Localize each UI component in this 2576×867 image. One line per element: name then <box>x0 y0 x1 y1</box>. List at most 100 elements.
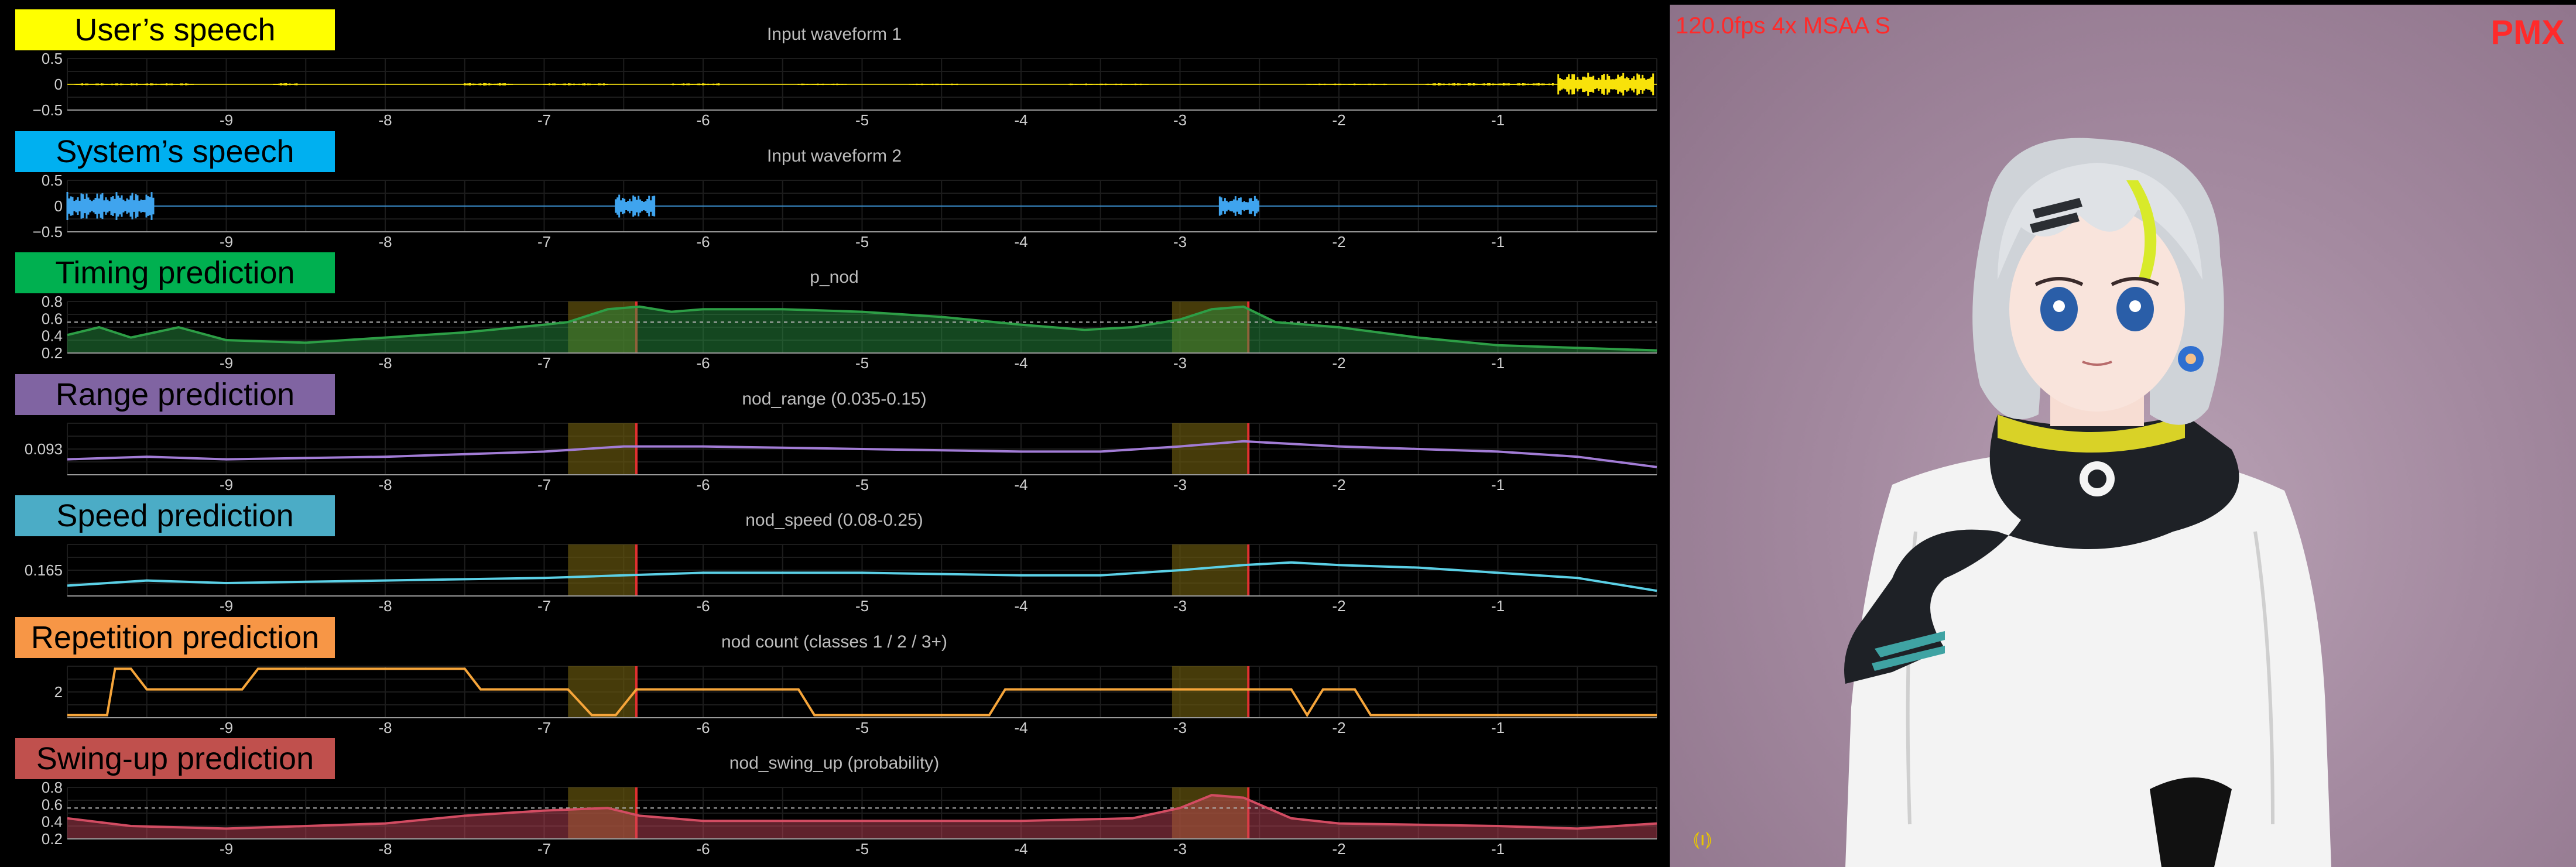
plot-user: 0.5 0 −0.5 -9 -8 -7 -6 -5 -4 -3 -2 -1 <box>33 53 1657 129</box>
x-tick-label: -1 <box>1491 476 1505 494</box>
plot-system: 0.5 0 −0.5 -9 -8 -7 -6 -5 -4 -3 -2 -1 <box>33 174 1657 251</box>
x-tick-label: -8 <box>378 233 392 251</box>
plot-title-speed: nod_speed (0.08-0.25) <box>745 510 923 530</box>
x-tick-label: -4 <box>1014 354 1027 372</box>
x-tick-label: -9 <box>220 111 233 129</box>
highlight-window <box>1171 423 1249 475</box>
y-tick-label: −0.5 <box>33 223 63 241</box>
y-tick-label: 0.5 <box>42 53 63 67</box>
x-tick-label: -7 <box>537 840 551 858</box>
y-tick-label: 0.5 <box>42 174 63 189</box>
x-tick-label: -2 <box>1332 597 1345 615</box>
plot-title-system: Input waveform 2 <box>766 146 902 166</box>
x-tick-label: -9 <box>220 233 233 251</box>
highlight-window <box>568 666 636 718</box>
panel-timing: Timing prediction p_nod 0.8 0.6 0.4 0.2 -9 -8 -7… <box>0 250 1669 372</box>
x-tick-label: -7 <box>537 111 551 129</box>
panel-user: User’s speech Input waveform 1 0.5 0 −0.5 -9-… <box>0 7 1669 129</box>
signal-icon: ⦅ı⦆ <box>1693 828 1712 850</box>
x-tick-label: -7 <box>537 719 551 736</box>
x-tick-label: -7 <box>537 597 551 615</box>
y-tick-label: 0.8 <box>42 296 63 310</box>
x-tick-label: -9 <box>220 840 233 858</box>
x-tick-label: -3 <box>1173 111 1187 129</box>
waveform-burst <box>66 191 155 220</box>
x-tick-label: -6 <box>696 840 710 858</box>
x-tick-label: -4 <box>1014 233 1027 251</box>
x-tick-label: -9 <box>220 476 233 494</box>
panel-repetition: Repetition prediction nod count (classes … <box>0 615 1669 736</box>
panel-swing: Swing-up prediction nod_swing_up (probabi… <box>0 736 1669 858</box>
x-tick-label: -7 <box>537 476 551 494</box>
x-tick-label: -6 <box>696 719 710 736</box>
x-tick-label: -5 <box>855 111 869 129</box>
x-tick-label: -1 <box>1491 354 1505 372</box>
x-tick-label: -2 <box>1332 840 1345 858</box>
x-tick-label: -5 <box>855 719 869 736</box>
x-tick-label: -6 <box>696 233 710 251</box>
waveform-burst <box>543 83 608 85</box>
waveform-burst <box>670 83 720 85</box>
x-tick-label: -2 <box>1332 719 1345 736</box>
y-tick-label: 0 <box>54 76 63 93</box>
y-tick-label: 0.2 <box>42 830 63 848</box>
x-tick-label: -3 <box>1173 354 1187 372</box>
x-tick-label: -5 <box>855 840 869 858</box>
x-tick-label: -6 <box>696 597 710 615</box>
x-tick-label: -8 <box>378 111 392 129</box>
waveform-burst <box>74 83 194 85</box>
x-tick-label: -2 <box>1332 233 1345 251</box>
y-tick-label: 0.6 <box>42 310 63 327</box>
waveform-burst <box>1557 73 1654 96</box>
x-tick-label: -7 <box>537 354 551 372</box>
x-tick-label: -7 <box>537 233 551 251</box>
plot-title-range: nod_range (0.035-0.15) <box>742 389 927 409</box>
x-tick-label: -4 <box>1014 840 1027 858</box>
x-tick-label: -2 <box>1332 354 1345 372</box>
x-tick-label: -5 <box>855 597 869 615</box>
plot-title-repetition: nod count (classes 1 / 2 / 3+) <box>721 632 948 652</box>
x-tick-label: -4 <box>1014 719 1027 736</box>
x-tick-label: -1 <box>1491 233 1505 251</box>
plot-swing: 0.80.60.40.2 -9 -8 -7 -6 -5 -4 -3 -2 -1 <box>42 782 1657 858</box>
y-tick-label: 0.093 <box>25 440 63 458</box>
x-tick-label: -2 <box>1332 111 1345 129</box>
waveform-burst <box>464 83 513 86</box>
prediction-dashboard: User’s speech Input waveform 1 0.5 0 −0.5 -9-… <box>0 0 1669 867</box>
x-tick-label: -1 <box>1491 840 1505 858</box>
waveform-burst <box>273 83 298 86</box>
y-tick-label: 2 <box>54 683 63 701</box>
x-tick-label: -1 <box>1491 597 1505 615</box>
avatar-viewport: 120.0fps 4x MSAA S PMX ⦅ı⦆ <box>1670 5 2576 867</box>
avatar-character <box>1844 138 2331 867</box>
x-tick-label: -8 <box>378 597 392 615</box>
y-tick-label: −0.5 <box>33 101 63 119</box>
grid <box>67 665 1657 718</box>
x-tick-label: -5 <box>855 476 869 494</box>
x-tick-label: -8 <box>378 476 392 494</box>
x-tick-label: -8 <box>378 840 392 858</box>
x-tick-label: -6 <box>696 354 710 372</box>
x-tick-label: -9 <box>220 597 233 615</box>
waveform-burst <box>615 194 656 217</box>
x-tick-label: -9 <box>220 354 233 372</box>
x-tick-label: -3 <box>1173 719 1187 736</box>
plot-timing: 0.80.60.40.2 -9 -8 -7 -6 -5 -4 -3 -2 -1 <box>42 296 1657 372</box>
x-tick-label: -2 <box>1332 476 1345 494</box>
plot-repetition: 2 -9 -8 -7 -6 -5 -4 -3 -2 -1 <box>54 665 1657 736</box>
x-tick-label: -4 <box>1014 476 1027 494</box>
plot-title-swing: nod_swing_up (probability) <box>729 753 940 773</box>
x-tick-label: -1 <box>1491 719 1505 736</box>
x-tick-label: -3 <box>1173 840 1187 858</box>
plot-speed: 0.165 -9 -8 -7 -6 -5 -4 -3 -2 -1 <box>25 544 1657 615</box>
y-tick-label: 0.8 <box>42 782 63 796</box>
y-tick-label: 0.4 <box>42 813 63 831</box>
x-tick-label: -5 <box>855 354 869 372</box>
y-tick-label: 0 <box>54 197 63 215</box>
x-tick-label: -9 <box>220 719 233 736</box>
y-tick-label: 0.2 <box>42 344 63 362</box>
x-tick-label: -3 <box>1173 233 1187 251</box>
y-tick-label: 0.6 <box>42 796 63 813</box>
x-tick-label: -1 <box>1491 111 1505 129</box>
x-tick-label: -6 <box>696 476 710 494</box>
